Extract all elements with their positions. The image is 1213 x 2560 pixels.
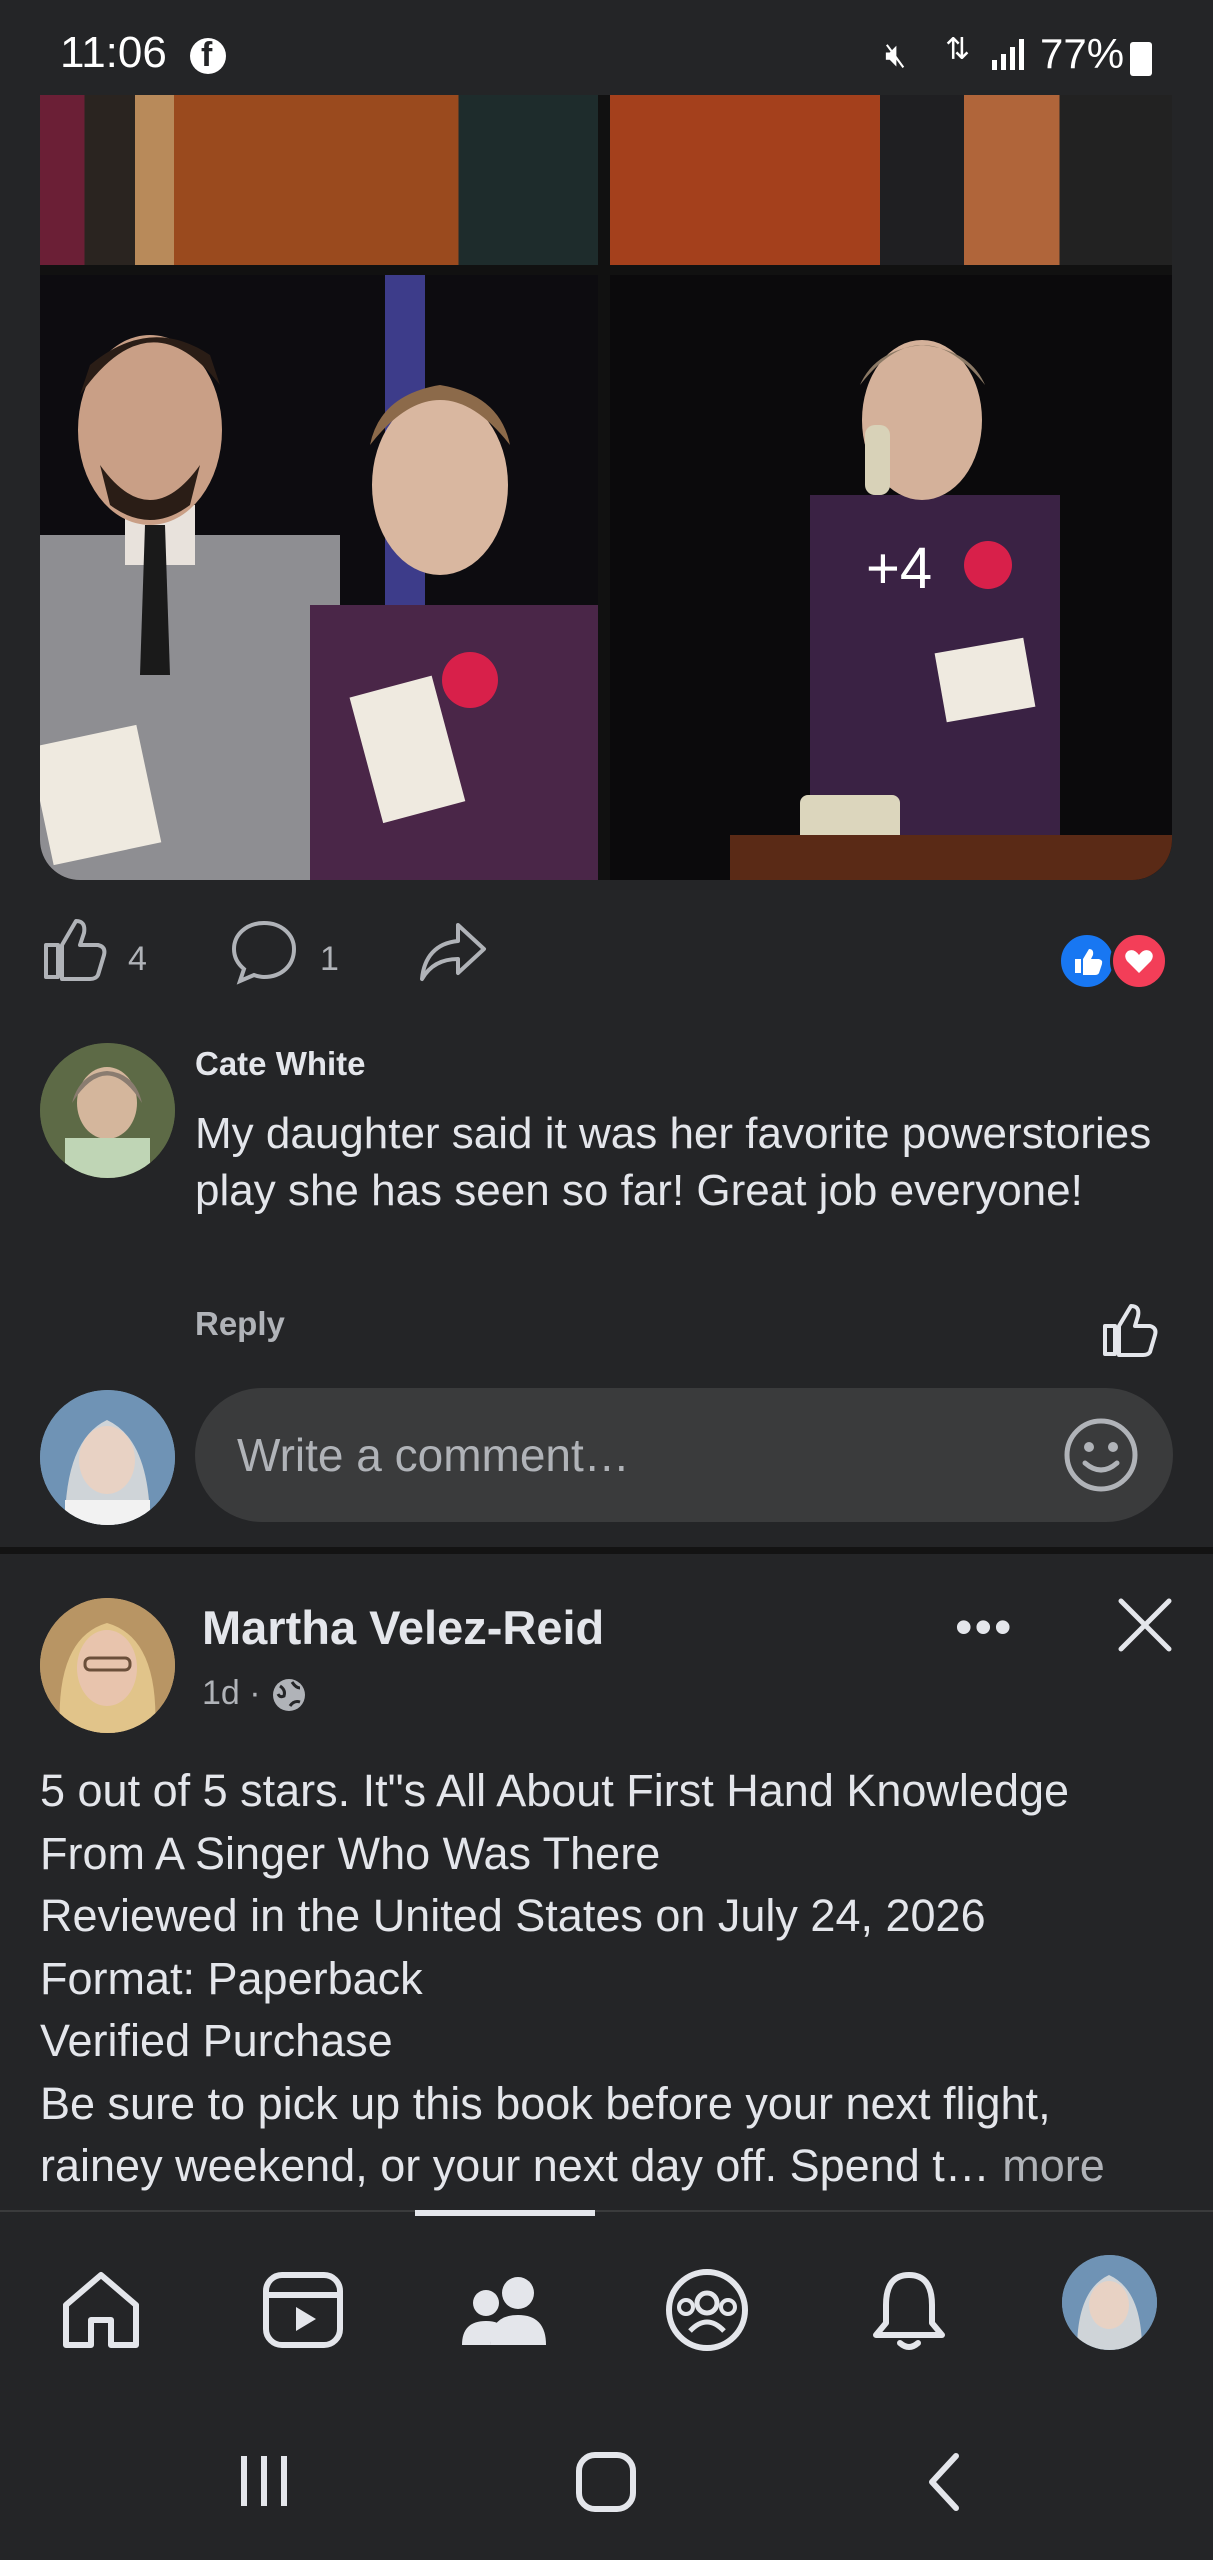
system-navigation xyxy=(0,2390,1213,2560)
recents-icon[interactable] xyxy=(235,2450,295,2510)
post-time: 1d xyxy=(202,1674,240,1712)
post-body-line: Format: Paperback xyxy=(40,1952,423,2004)
post-body-line-last: rainey weekend, or your next day off. Sp… xyxy=(40,2135,1190,2198)
active-tab-indicator xyxy=(415,2210,595,2216)
back-icon[interactable] xyxy=(920,2450,970,2514)
post-body-line: Verified Purchase xyxy=(40,2015,393,2066)
post-actions: 4 1 xyxy=(0,895,1213,1025)
comment-avatar[interactable] xyxy=(40,1043,175,1178)
share-icon[interactable] xyxy=(418,917,490,985)
post-divider xyxy=(0,1547,1213,1554)
battery-icon xyxy=(1130,42,1152,76)
my-avatar xyxy=(40,1390,175,1525)
facebook-icon: f xyxy=(190,36,226,74)
like-reaction-icon[interactable] xyxy=(1058,932,1116,990)
comment-count: 1 xyxy=(320,940,339,978)
more-options-icon[interactable]: ••• xyxy=(955,1598,1014,1656)
home-button-icon[interactable] xyxy=(574,2450,638,2514)
battery-percent: 77% xyxy=(1040,30,1125,77)
globe-icon xyxy=(273,1679,306,1712)
data-icon: ⇅ xyxy=(945,33,971,66)
comment-like-icon[interactable] xyxy=(1100,1300,1160,1360)
post-body-line: From A Singer Who Was There xyxy=(40,1827,661,1879)
photo-stage-1[interactable] xyxy=(40,95,598,265)
actors-illustration xyxy=(40,275,598,880)
status-time: 11:06 xyxy=(60,28,167,77)
comment-text: My daughter said it was her favorite pow… xyxy=(195,1109,1152,1215)
status-bar: 11:06 f 🔇︎ ⇅ 77% xyxy=(0,0,1213,95)
more-photos-count: +4 xyxy=(866,536,933,601)
mute-icon: 🔇︎ xyxy=(885,36,907,74)
emoji-icon[interactable] xyxy=(1061,1415,1141,1495)
profile-avatar[interactable] xyxy=(1062,2255,1157,2350)
friends-icon[interactable] xyxy=(460,2265,550,2355)
close-icon[interactable] xyxy=(1115,1595,1175,1655)
post-author-avatar[interactable] xyxy=(40,1598,175,1733)
post-body-line: 5 out of 5 stars. It"s All About First H… xyxy=(40,1765,1070,1816)
comment-icon[interactable] xyxy=(230,917,298,985)
see-more-link[interactable]: more xyxy=(1002,2140,1105,2191)
post-body-line: Reviewed in the United States on July 24… xyxy=(40,1890,986,1941)
meta-separator: · xyxy=(249,1674,271,1712)
photo-grid[interactable]: +4 xyxy=(40,95,1172,880)
post-body: 5 out of 5 stars. It"s All About First H… xyxy=(40,1760,1190,2198)
photo-stage-2[interactable] xyxy=(610,95,1172,265)
reply-button[interactable]: Reply xyxy=(195,1305,285,1343)
bell-icon[interactable] xyxy=(864,2265,954,2355)
post-meta: 1d · xyxy=(202,1674,308,1714)
bottom-navigation xyxy=(0,2210,1213,2392)
post-author-name[interactable]: Martha Velez-Reid xyxy=(202,1600,604,1655)
comment-input[interactable]: Write a comment… xyxy=(195,1388,1173,1522)
home-icon[interactable] xyxy=(56,2265,146,2355)
post-body-line: rainey weekend, or your next day off. Sp… xyxy=(40,2140,1003,2191)
photo-more[interactable]: +4 xyxy=(610,275,1172,880)
like-count: 4 xyxy=(128,940,147,978)
comment-input-placeholder: Write a comment… xyxy=(237,1429,630,1481)
signal-icon xyxy=(992,39,1024,70)
like-icon[interactable] xyxy=(40,915,108,983)
comment-author[interactable]: Cate White xyxy=(195,1045,366,1083)
video-icon[interactable] xyxy=(258,2265,348,2355)
photo-actors[interactable] xyxy=(40,275,598,880)
post-body-line: Be sure to pick up this book before your… xyxy=(40,2077,1051,2129)
groups-icon[interactable] xyxy=(662,2265,752,2355)
love-reaction-icon[interactable] xyxy=(1110,932,1168,990)
